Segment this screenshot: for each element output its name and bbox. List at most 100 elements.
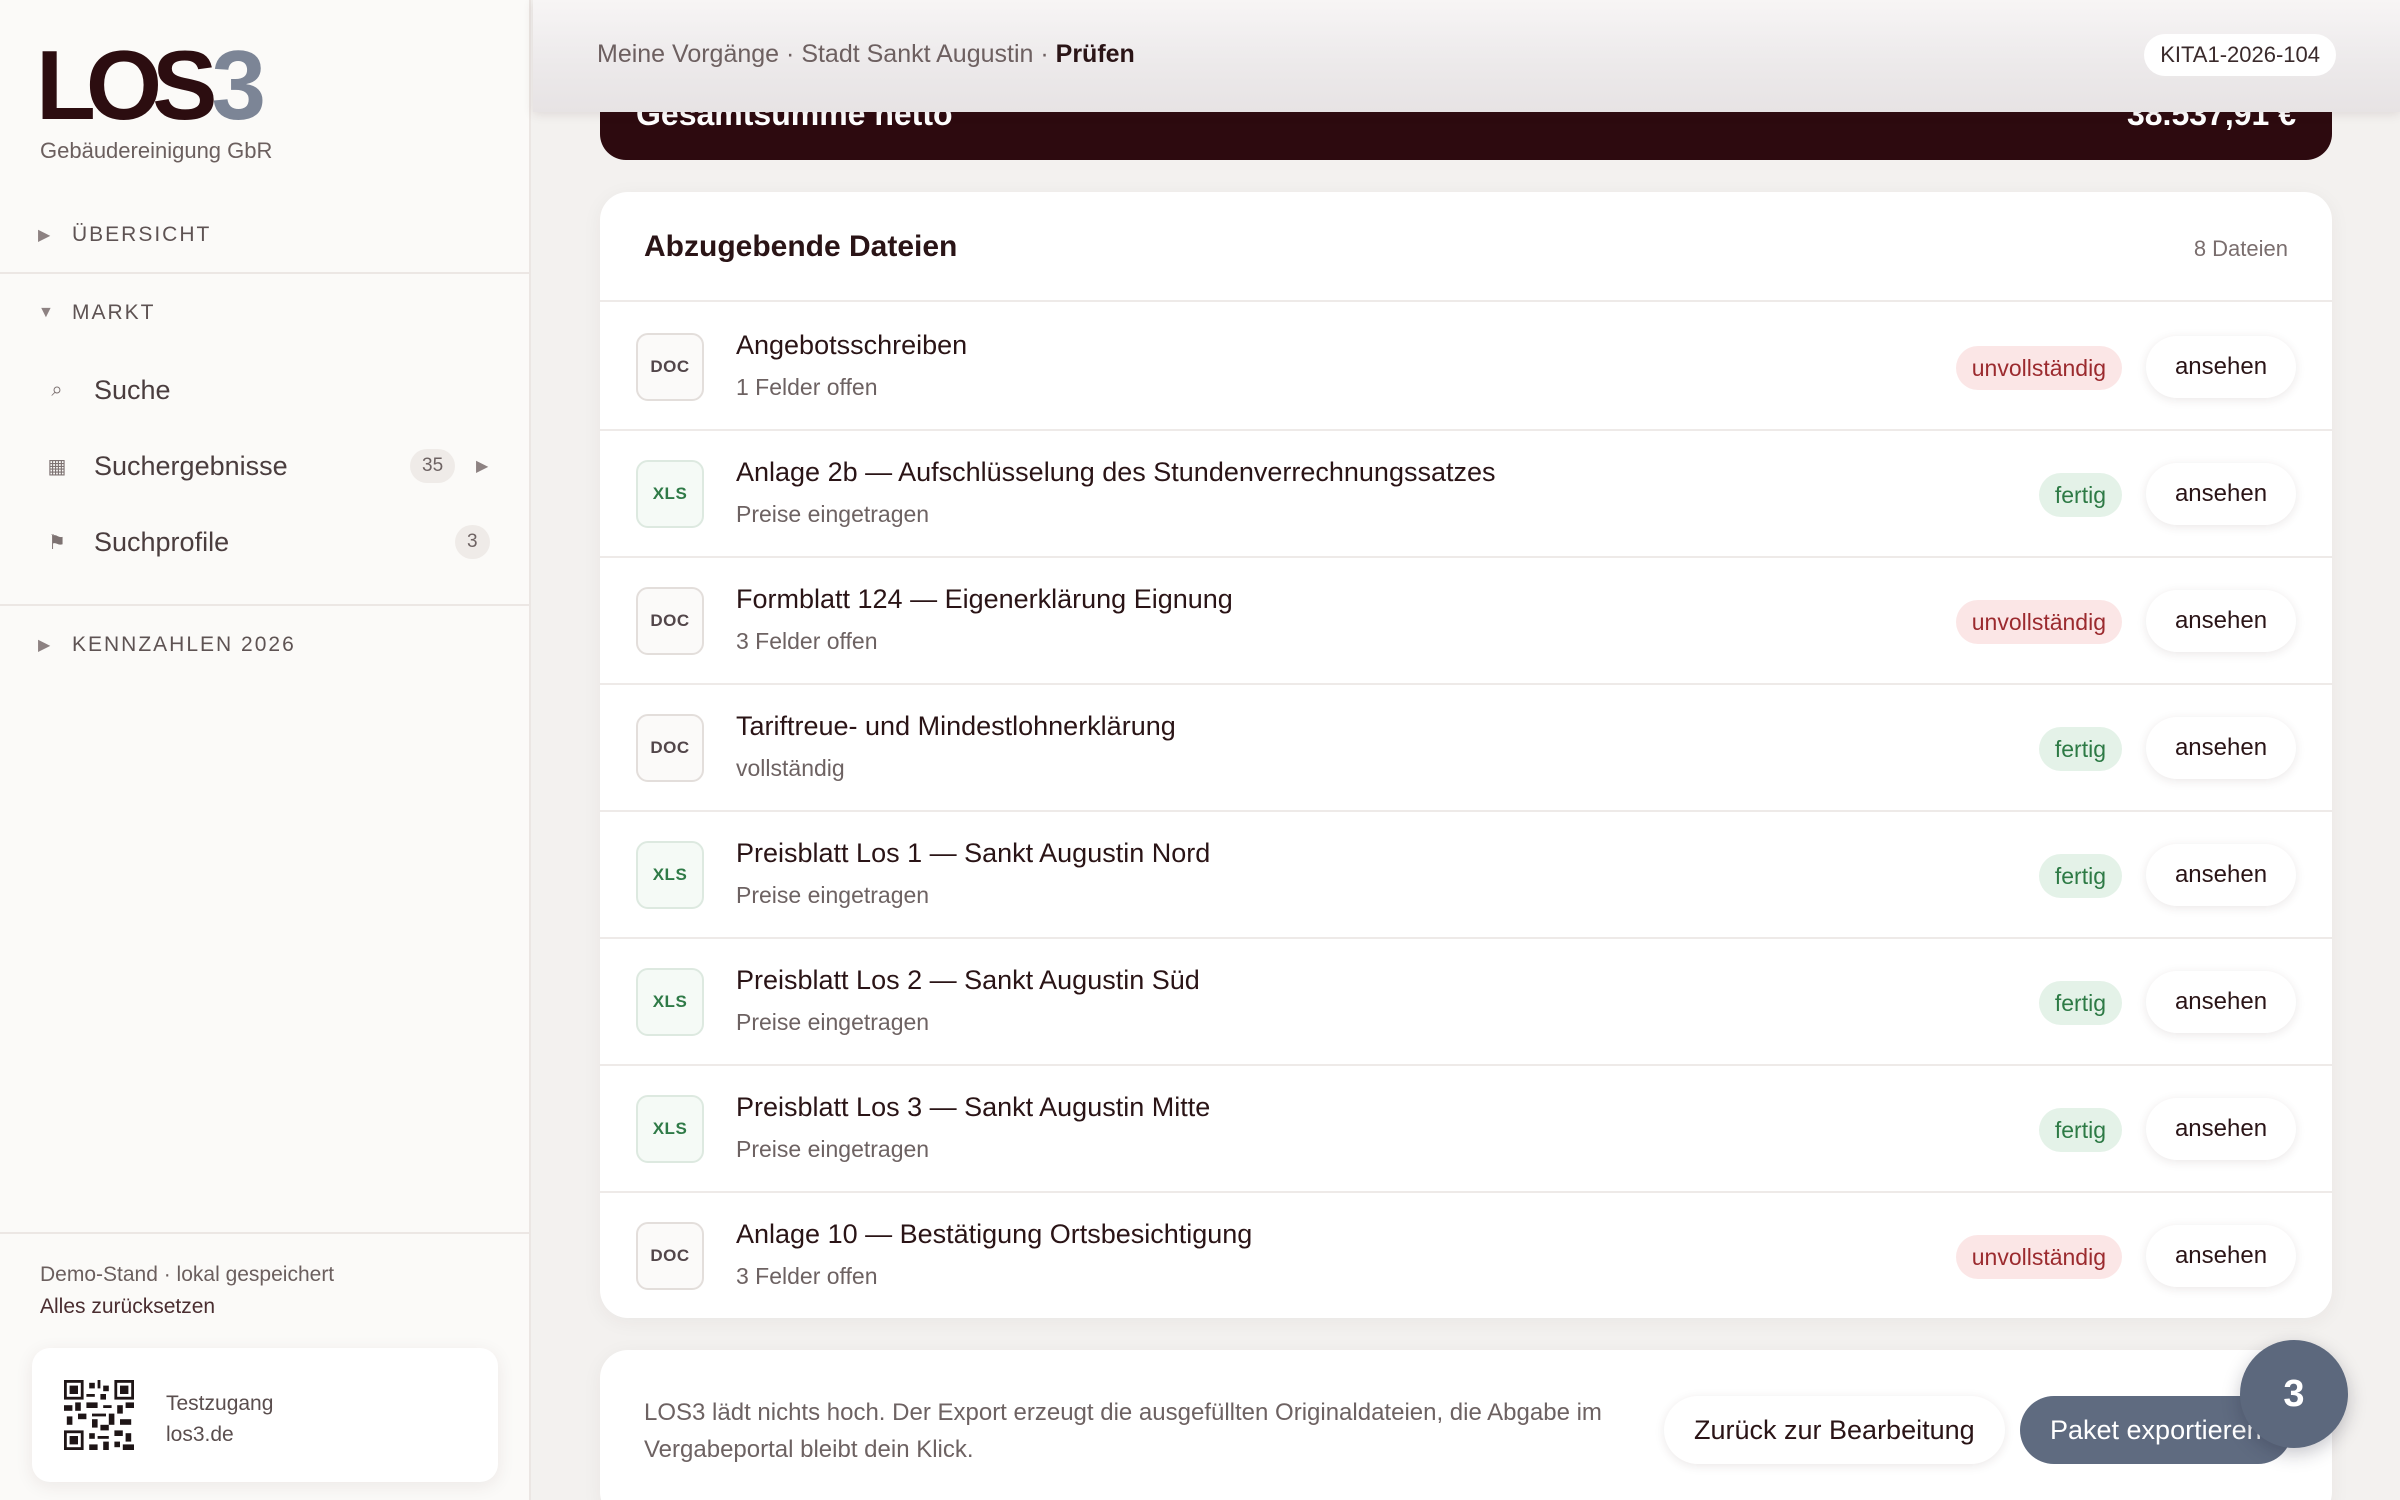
section-label: KENNZAHLEN 2026 [72,633,296,656]
breadcrumb-separator: · [1033,40,1056,68]
file-subtitle: 3 Felder offen [736,628,878,654]
doc-file-icon: DOC [636,1222,704,1290]
access-info: Testzugang los3.de [166,1388,273,1450]
doc-file-icon: DOC [636,333,704,401]
section-markt[interactable]: ▼ MARKT [0,283,529,343]
export-card: LOS3 lädt nichts hoch. Der Export erzeug… [600,1350,2332,1500]
doc-file-icon: DOC [636,587,704,655]
file-title: Preisblatt Los 3 — Sankt Augustin Mitte [736,1092,1211,1122]
file-subtitle: 3 Felder offen [736,1263,878,1289]
xls-file-icon: XLS [636,968,704,1036]
file-row: DOC Formblatt 124 — Eigenerklärung Eignun… [600,558,2332,685]
files-count: 8 Dateien [2193,236,2288,261]
file-title: Angebotsschreiben [736,330,968,360]
file-title: Preisblatt Los 2 — Sankt Augustin Süd [736,965,1200,995]
file-row: DOC Angebotsschreiben 1 Felder offen unvoll… [600,304,2332,431]
divider [0,1232,529,1234]
chevron-right-icon: ▶ [476,458,489,475]
divider [0,272,529,274]
reset-link[interactable]: Alles zurücksetzen [40,1295,215,1319]
view-file-button[interactable]: ansehen [2146,463,2296,525]
files-title: Abzugebende Dateien [644,230,958,263]
step-counter-button[interactable]: 3 [2240,1340,2348,1448]
view-file-button[interactable]: ansehen [2146,844,2296,906]
view-file-button[interactable]: ansehen [2146,590,2296,652]
chevron-down-icon: ▼ [38,304,56,321]
breadcrumb: Meine Vorgänge · Stadt Sankt Augustin · … [597,40,1135,69]
status-badge: fertig [2038,1108,2122,1152]
file-subtitle: vollständig [736,755,845,781]
file-title: Anlage 10 — Bestätigung Ortsbesichtigung [736,1219,1253,1249]
search-icon: ⌕ [51,378,63,401]
flag-icon: ⚑ [48,531,66,554]
sidebar-item-suchergebnisse[interactable]: ▦ Suchergebnisse 35 ▶ [0,436,529,496]
breadcrumb-current: Prüfen [1055,40,1135,68]
file-row: XLS Preisblatt Los 1 — Sankt Augustin Nor… [600,812,2332,939]
status-badge: fertig [2038,473,2122,517]
qr-code-icon [64,1380,134,1450]
section-uebersicht[interactable]: ▶ ÜBERSICHT [0,205,529,265]
view-file-button[interactable]: ansehen [2146,1225,2296,1287]
file-subtitle: Preise eingetragen [736,501,930,527]
logo-text: LOS [36,30,217,140]
xls-file-icon: XLS [636,460,704,528]
section-label: MARKT [72,301,156,324]
top-bar: Meine Vorgänge · Stadt Sankt Augustin · … [533,0,2400,112]
files-card: Abzugebende Dateien 8 Dateien DOC Angebot… [600,192,2332,1318]
xls-file-icon: XLS [636,841,704,909]
xls-file-icon: XLS [636,1095,704,1163]
status-badge: fertig [2038,854,2122,898]
count-badge: 35 [410,449,456,483]
file-row: XLS Preisblatt Los 3 — Sankt Augustin Mit… [600,1066,2332,1193]
sidebar-item-label: Suchprofile [94,526,230,557]
view-file-button[interactable]: ansehen [2146,717,2296,779]
logo-number: 3 [211,30,266,140]
sidebar: LOS3 Gebäudereinigung GbR ▶ ÜBERSICHT ▼ … [0,0,531,1500]
file-subtitle: Preise eingetragen [736,1009,930,1035]
access-url[interactable]: los3.de [166,1419,273,1450]
file-row: DOC Tariftreue- und Mindestlohnerklärung v… [600,685,2332,812]
sidebar-item-label: Suchergebnisse [94,450,288,481]
demo-status: Demo-Stand · lokal gespeichert [40,1263,335,1286]
sidebar-item-suchprofile[interactable]: ⚑ Suchprofile 3 [0,512,529,572]
access-card[interactable]: Testzugang los3.de [32,1348,498,1482]
breadcrumb-item[interactable]: Stadt Sankt Augustin [801,40,1033,68]
export-info: LOS3 lädt nichts hoch. Der Export erzeug… [644,1399,1602,1463]
file-title: Anlage 2b — Aufschlüsselung des Stundenv… [736,457,1496,487]
case-id-badge: KITA1-2026-104 [2144,34,2336,76]
breadcrumb-separator: · [779,40,802,68]
files-header: Abzugebende Dateien 8 Dateien [600,192,2332,302]
view-file-button[interactable]: ansehen [2146,336,2296,398]
file-subtitle: 1 Felder offen [736,374,878,400]
chevron-right-icon: ▶ [38,227,53,244]
file-row: XLS Preisblatt Los 2 — Sankt Augustin Süd… [600,939,2332,1066]
view-file-button[interactable]: ansehen [2146,1098,2296,1160]
file-title: Tariftreue- und Mindestlohnerklärung [736,711,1176,741]
status-badge: unvollständig [1955,1235,2122,1279]
file-row: XLS Anlage 2b — Aufschlüsselung des Stund… [600,431,2332,558]
file-title: Formblatt 124 — Eigenerklärung Eignung [736,584,1233,614]
section-label: ÜBERSICHT [72,223,212,246]
logo[interactable]: LOS3 [36,36,266,134]
count-badge: 3 [455,525,490,559]
status-badge: unvollständig [1955,600,2122,644]
breadcrumb-item[interactable]: Meine Vorgänge [597,40,779,68]
file-subtitle: Preise eingetragen [736,1136,930,1162]
status-badge: unvollständig [1955,346,2122,390]
sidebar-item-suche[interactable]: ⌕ Suche [0,360,529,420]
divider [0,604,529,606]
view-file-button[interactable]: ansehen [2146,971,2296,1033]
back-to-edit-button[interactable]: Zurück zur Bearbeitung [1664,1396,2005,1464]
company-name: Gebäudereinigung GbR [40,138,273,163]
grid-icon: ▦ [47,455,67,478]
sidebar-item-label: Suche [94,374,171,405]
status-badge: fertig [2038,981,2122,1025]
section-kennzahlen[interactable]: ▶ KENNZAHLEN 2026 [0,615,529,675]
access-label: Testzugang [166,1392,274,1415]
status-badge: fertig [2038,727,2122,771]
file-row: DOC Anlage 10 — Bestätigung Ortsbesichtig… [600,1193,2332,1318]
chevron-right-icon: ▶ [38,637,53,654]
doc-file-icon: DOC [636,714,704,782]
file-title: Preisblatt Los 1 — Sankt Augustin Nord [736,838,1211,868]
file-subtitle: Preise eingetragen [736,882,930,908]
